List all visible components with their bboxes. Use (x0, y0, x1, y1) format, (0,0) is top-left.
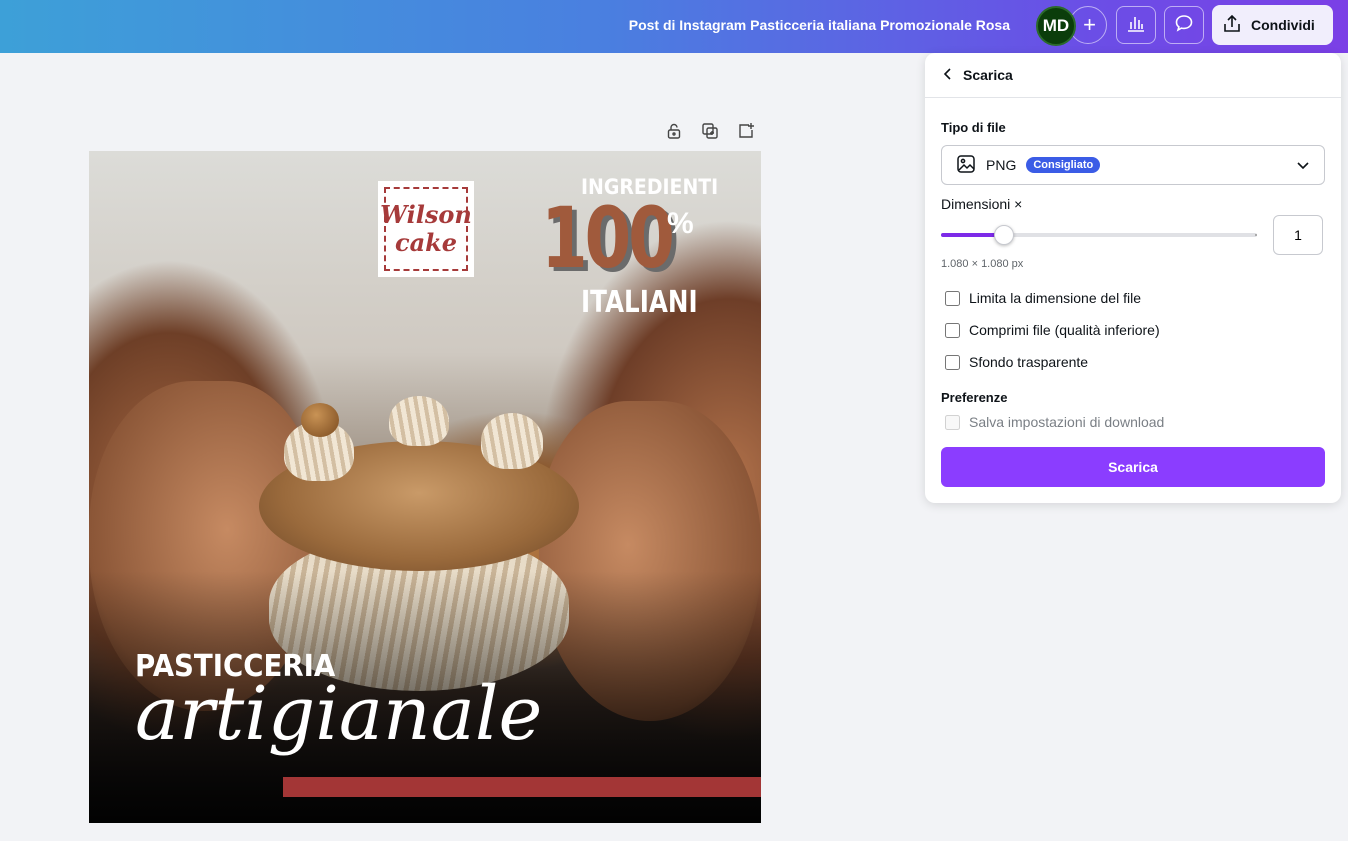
limit-size-checkbox[interactable]: Limita la dimensione del file (945, 290, 1141, 306)
checkbox (945, 414, 960, 430)
share-label: Condividi (1251, 17, 1315, 33)
download-button[interactable]: Scarica (941, 447, 1325, 487)
checkbox-label: Limita la dimensione del file (969, 290, 1141, 306)
big-number[interactable]: 100 (541, 189, 675, 287)
share-button[interactable]: Condividi (1212, 5, 1333, 45)
preferences-label: Preferenze (941, 390, 1008, 405)
checkbox[interactable] (945, 354, 960, 370)
save-settings-checkbox: Salva impostazioni di download (945, 414, 1164, 430)
script-text[interactable]: artigianale (135, 671, 542, 757)
image-icon (956, 154, 976, 177)
upload-icon (1222, 14, 1242, 37)
scale-slider[interactable] (941, 225, 1257, 245)
logo-line-2: cake (394, 228, 458, 257)
checkbox-label: Sfondo trasparente (969, 354, 1089, 370)
checkbox-label: Salva impostazioni di download (969, 414, 1165, 430)
scale-input[interactable] (1273, 215, 1323, 255)
panel-title: Scarica (963, 67, 1013, 83)
download-panel: Scarica Tipo di file PNG Consigliato Dim… (925, 53, 1341, 503)
document-title[interactable]: Post di Instagram Pasticceria italiana P… (629, 17, 1010, 33)
slider-end (1255, 234, 1257, 236)
insights-button[interactable] (1116, 6, 1156, 44)
file-type-value: PNG (986, 157, 1017, 173)
cream-dollop (389, 396, 449, 446)
dimensions-label: Dimensioni × (941, 196, 1023, 212)
comment-icon (1174, 13, 1194, 38)
checkbox[interactable] (945, 290, 960, 306)
slider-thumb[interactable] (994, 225, 1015, 245)
pixel-size-text: 1.080 × 1.080 px (941, 258, 1024, 270)
checkbox-label: Comprimi file (qualità inferiore) (969, 322, 1160, 338)
percent-sign[interactable]: % (667, 207, 694, 241)
design-canvas[interactable]: Wilson cake INGREDIENTI 100 % ITALIANI P… (89, 151, 761, 823)
top-bar: Post di Instagram Pasticceria italiana P… (0, 0, 1348, 53)
cream-dollop (481, 413, 543, 469)
chevron-down-icon (1296, 158, 1310, 175)
duplicate-icon[interactable] (700, 121, 720, 141)
comments-button[interactable] (1164, 6, 1204, 44)
checkbox[interactable] (945, 322, 960, 338)
recommended-badge: Consigliato (1026, 157, 1101, 173)
brand-logo[interactable]: Wilson cake (378, 181, 474, 277)
file-type-label: Tipo di file (941, 120, 1006, 135)
italiani-text[interactable]: ITALIANI (581, 285, 698, 320)
transparent-bg-checkbox[interactable]: Sfondo trasparente (945, 354, 1088, 370)
logo-line-1: Wilson (380, 200, 472, 229)
hazelnut (301, 403, 339, 437)
compress-file-checkbox[interactable]: Comprimi file (qualità inferiore) (945, 322, 1160, 338)
back-chevron-icon[interactable] (943, 67, 953, 84)
accent-bar[interactable] (283, 777, 761, 797)
bar-chart-icon (1126, 13, 1146, 38)
unlock-icon[interactable] (664, 121, 684, 141)
file-type-select[interactable]: PNG Consigliato (941, 145, 1325, 185)
panel-header: Scarica (925, 53, 1341, 98)
add-page-icon[interactable] (736, 121, 756, 141)
canvas-toolbar (664, 121, 756, 141)
avatar[interactable]: MD (1036, 6, 1076, 46)
